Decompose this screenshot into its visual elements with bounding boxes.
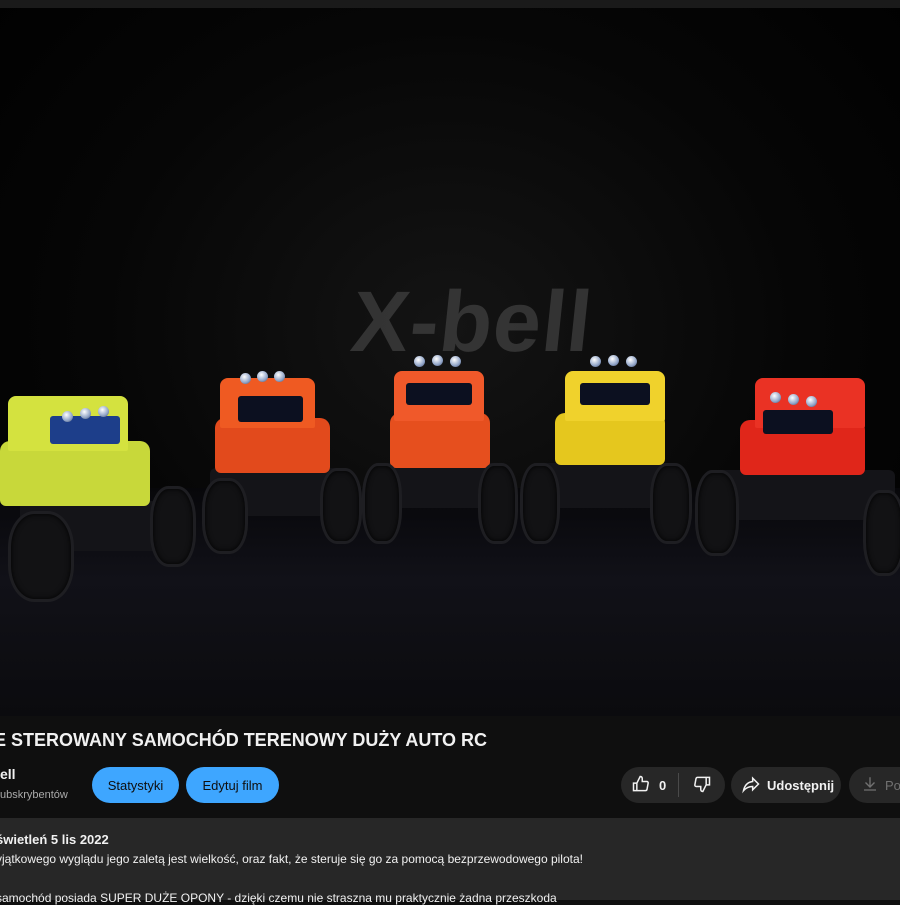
description-line-2: samochód posiada SUPER DUŻE OPONY - dzię… — [0, 891, 557, 905]
car-orange-front — [362, 353, 518, 548]
subscriber-count: ubskrybentów — [0, 789, 68, 801]
download-icon — [861, 775, 879, 796]
description-box[interactable]: świetleń 5 lis 2022 yjątkowego wyglądu j… — [0, 818, 900, 905]
car-yellow — [520, 353, 692, 548]
top-bar — [0, 0, 900, 8]
thumbs-down-icon — [692, 774, 712, 797]
share-arrow-icon — [741, 774, 761, 797]
video-player[interactable]: X-bell — [0, 8, 900, 716]
edit-video-button-label: Edytuj film — [202, 777, 263, 793]
like-button[interactable]: 0 — [621, 767, 678, 803]
description-line-1: yjątkowego wyglądu jego zaletą jest wiel… — [0, 852, 583, 866]
car-orange — [200, 368, 362, 558]
stats-button[interactable]: Statystyki — [92, 767, 179, 803]
share-button[interactable]: Udostępnij — [731, 767, 841, 803]
edit-video-button[interactable]: Edytuj film — [186, 767, 279, 803]
dislike-button[interactable] — [679, 767, 725, 803]
car-red — [695, 370, 900, 576]
like-dislike-group: 0 — [621, 767, 725, 803]
channel-name[interactable]: ell — [0, 766, 16, 782]
share-label: Udostępnij — [767, 777, 835, 793]
thumbs-up-icon — [631, 774, 651, 797]
like-count: 0 — [659, 777, 667, 793]
view-date-meta: świetleń 5 lis 2022 — [0, 832, 109, 847]
car-yellow-green — [0, 386, 200, 606]
video-title: E STEROWANY SAMOCHÓD TERENOWY DUŻY AUTO … — [0, 730, 488, 750]
download-label: Po — [885, 777, 900, 793]
download-button[interactable]: Po — [849, 767, 900, 803]
stats-button-label: Statystyki — [107, 777, 164, 793]
